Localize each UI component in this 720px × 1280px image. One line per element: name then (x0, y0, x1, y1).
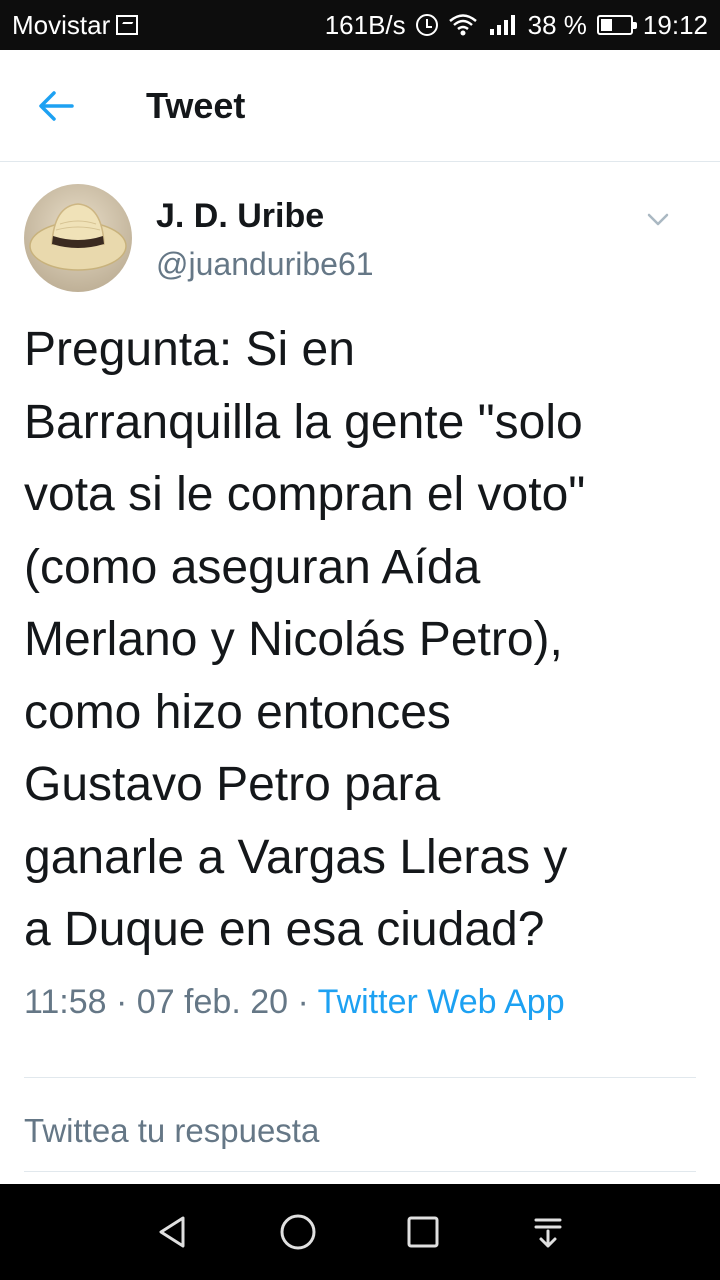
status-bar: Movistar 161B/s 38 % 19:12 (0, 0, 720, 50)
status-bar-right: 161B/s 38 % 19:12 (325, 10, 708, 41)
meta-separator: · (116, 982, 128, 1021)
tweet-source-link[interactable]: Twitter Web App (318, 983, 565, 1021)
nav-back-button[interactable] (143, 1202, 203, 1262)
carrier-name: Movistar (12, 9, 111, 40)
reply-input[interactable]: Twittea tu respuesta (24, 1090, 696, 1172)
recents-square-icon (407, 1216, 438, 1248)
avatar[interactable] (24, 184, 132, 292)
tweet-detail: J. D. Uribe @juanduribe61 Pregunta: Si e… (0, 162, 720, 1027)
tweet-options-button[interactable] (638, 200, 678, 240)
arrow-left-icon (39, 90, 74, 121)
display-name: J. D. Uribe (156, 197, 325, 235)
status-bar-left: Movistar (12, 9, 139, 41)
tweet-header: J. D. Uribe @juanduribe61 (24, 162, 696, 302)
wifi-icon (448, 13, 478, 37)
reply-placeholder: Twittea tu respuesta (24, 1111, 320, 1149)
back-triangle-icon (159, 1216, 184, 1248)
divider (24, 1077, 696, 1078)
battery-fill (600, 19, 612, 31)
alarm-icon (415, 14, 438, 36)
tweet-text: Pregunta: Si en Barranquilla la gente "s… (24, 323, 586, 956)
notifications-pull-icon (534, 1218, 561, 1248)
network-speed: 161B/s (324, 9, 406, 40)
tweet-date: 07 feb. 20 (136, 982, 289, 1021)
user-info[interactable]: J. D. Uribe @juanduribe61 (156, 196, 374, 286)
nav-home-button[interactable] (268, 1202, 328, 1262)
nav-notifications-button[interactable] (518, 1202, 578, 1262)
system-navigation-bar (0, 1184, 720, 1280)
battery-icon (596, 15, 637, 35)
home-circle-icon (280, 1214, 315, 1250)
meta-separator: · (297, 982, 309, 1021)
page-title: Tweet (146, 84, 246, 126)
tweet-metadata: 11:58 · 07 feb. 20 · Twitter Web App (24, 977, 696, 1027)
chevron-down-icon (647, 213, 669, 226)
top-app-bar: Tweet (0, 50, 720, 162)
back-button[interactable] (0, 50, 112, 162)
clock: 19:12 (642, 9, 708, 40)
photo-icon (116, 15, 139, 35)
user-handle: @juanduribe61 (156, 246, 374, 282)
hat-avatar-image (24, 184, 132, 292)
signal-icon (488, 13, 518, 37)
tweet-time: 11:58 (24, 982, 107, 1021)
nav-recents-button[interactable] (393, 1202, 453, 1262)
battery-percent: 38 % (527, 9, 587, 40)
